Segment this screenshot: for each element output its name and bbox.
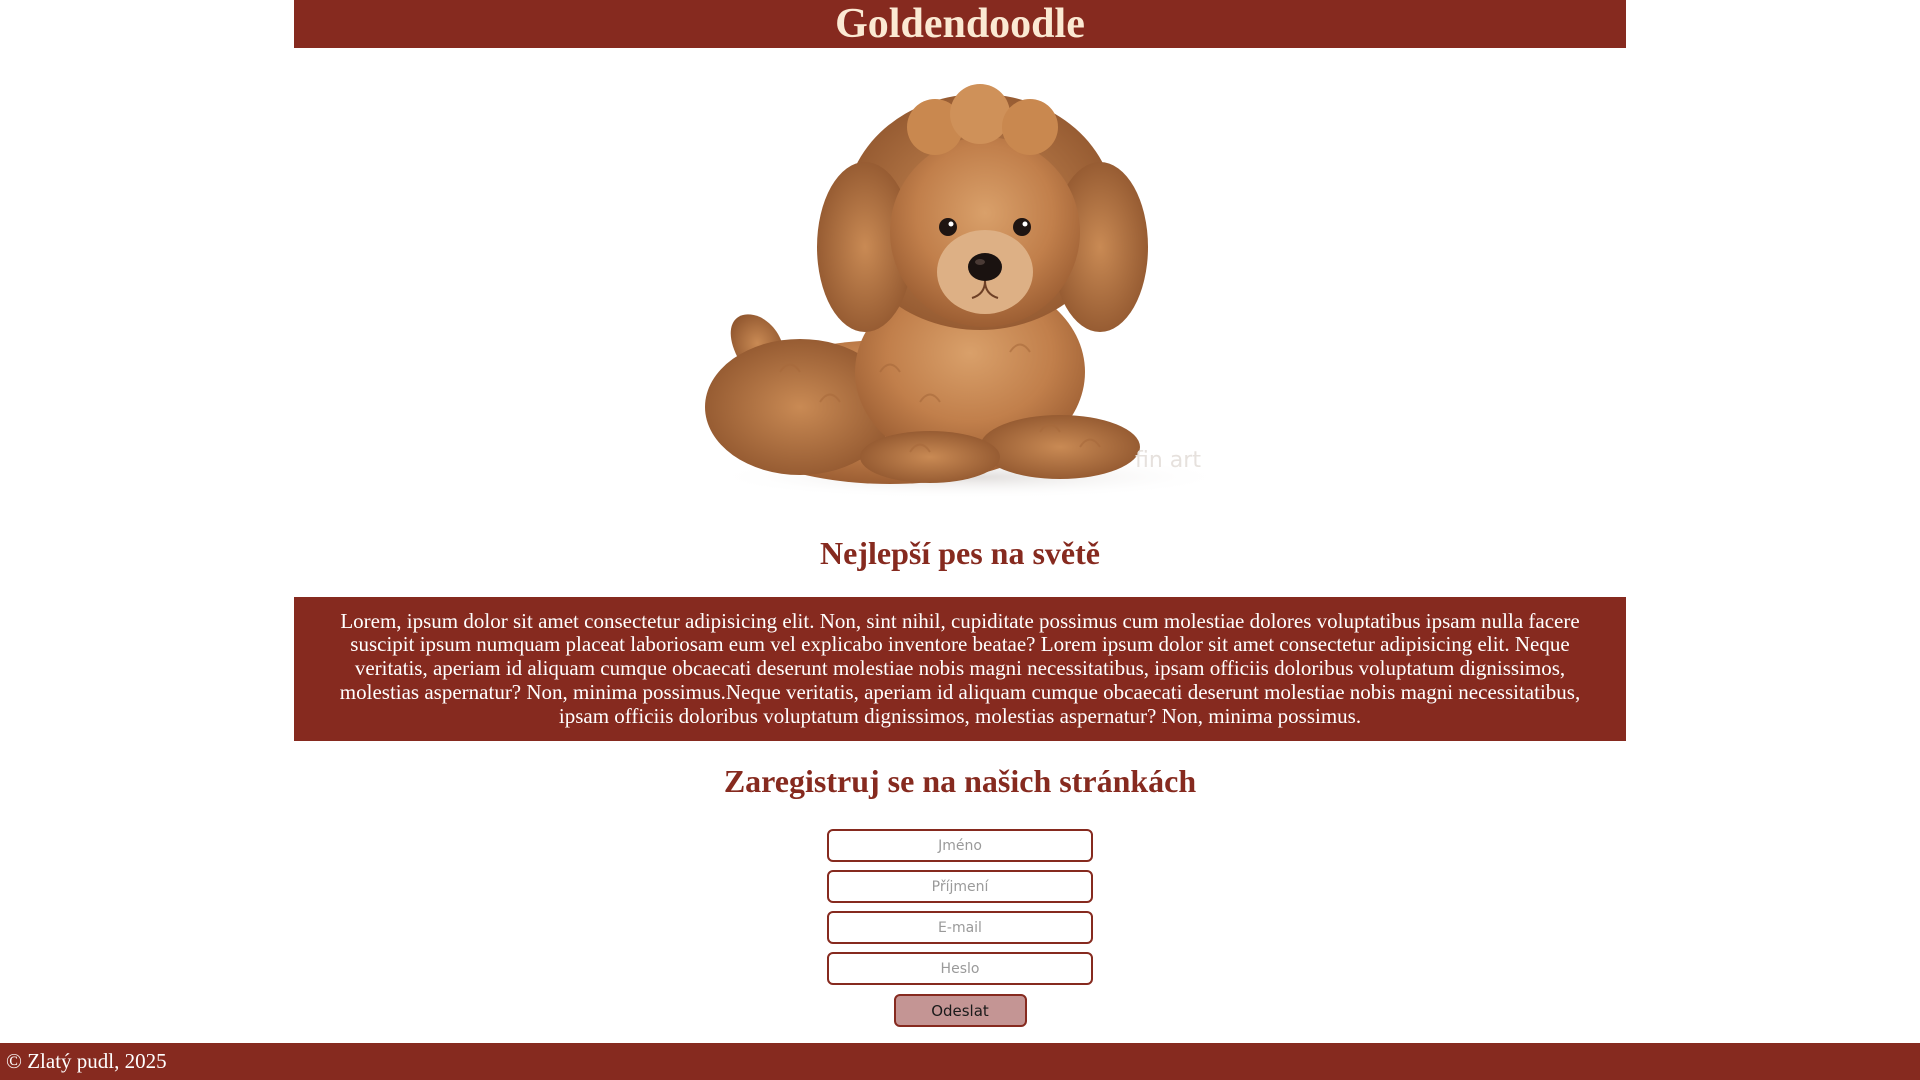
site-title: Goldendoodle: [835, 1, 1085, 47]
hero-image: fin art: [680, 72, 1240, 502]
intro-title: Nejlepší pes na světě: [820, 535, 1100, 571]
watermark-text: fin art: [1135, 448, 1201, 473]
site-header: Goldendoodle: [294, 0, 1626, 48]
intro-box: Lorem, ipsum dolor sit amet consectetur …: [294, 597, 1626, 741]
footer-copyright: © Zlatý pudl, 2025: [6, 1049, 167, 1073]
intro-text: Lorem, ipsum dolor sit amet consectetur …: [339, 608, 1581, 728]
email-input[interactable]: [827, 911, 1093, 944]
page: Goldendoodle fin art Nejlepší pes na svě…: [0, 0, 1920, 1080]
register-title: Zaregistruj se na našich stránkách: [723, 763, 1197, 799]
password-input[interactable]: [827, 952, 1093, 985]
puppy-illustration: fin art: [705, 84, 1230, 499]
register-form: Odeslat: [0, 829, 1920, 1027]
last-name-input[interactable]: [827, 870, 1093, 903]
site-footer: © Zlatý pudl, 2025: [0, 1043, 1920, 1080]
first-name-input[interactable]: [827, 829, 1093, 862]
submit-button[interactable]: Odeslat: [893, 994, 1027, 1027]
